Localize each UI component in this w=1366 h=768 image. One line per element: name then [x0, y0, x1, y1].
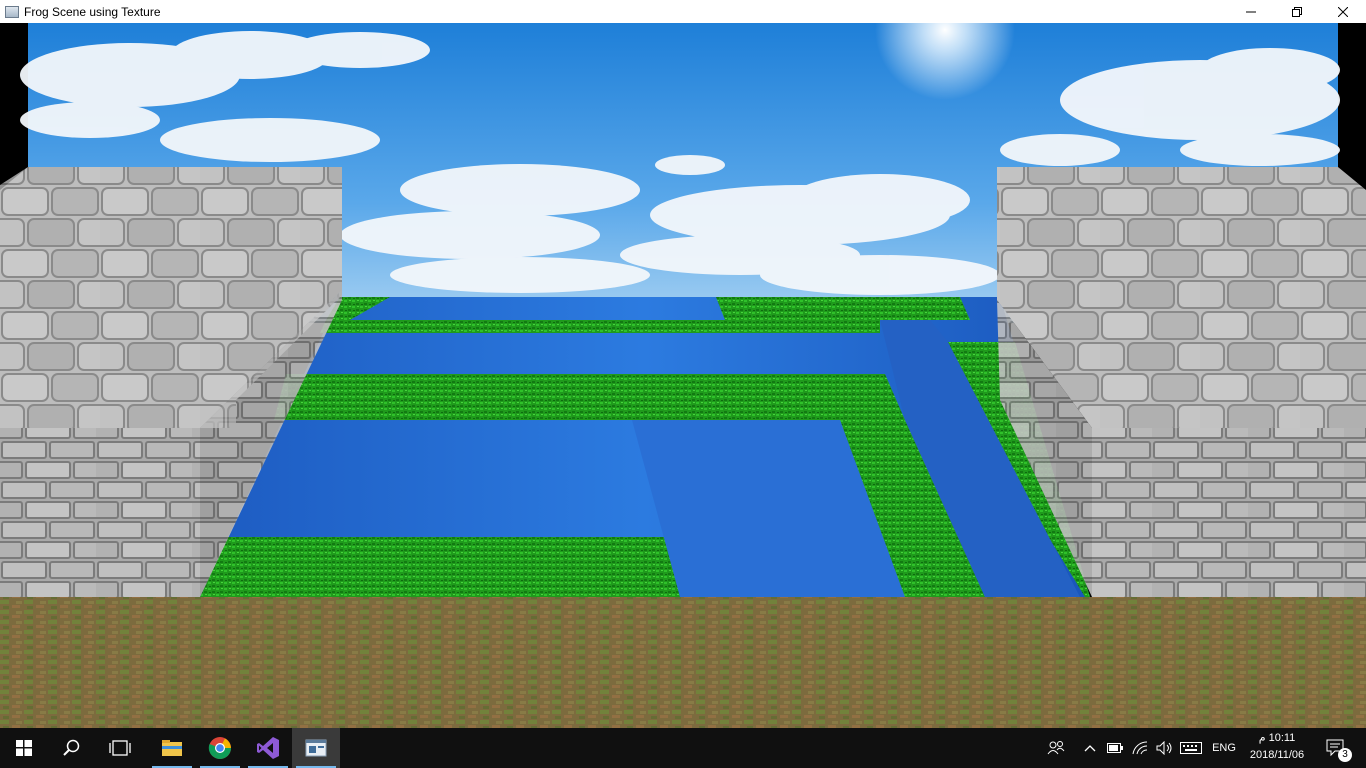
network-button[interactable]	[1130, 728, 1152, 768]
restore-icon	[1292, 6, 1302, 17]
touch-keyboard-button[interactable]	[1178, 728, 1204, 768]
language-indicator: ENG	[1212, 742, 1236, 754]
chevron-up-icon	[1084, 745, 1096, 752]
folder-icon	[162, 740, 182, 756]
close-button[interactable]	[1320, 0, 1366, 23]
visual-studio-button[interactable]	[244, 728, 292, 768]
notification-count-badge: 3	[1338, 748, 1352, 762]
search-icon	[63, 739, 80, 756]
restore-button[interactable]	[1274, 0, 1320, 23]
windows-taskbar: ENG 10:11 م 2018/11/06 3	[0, 728, 1366, 768]
show-hidden-icons-button[interactable]	[1080, 728, 1100, 768]
chrome-icon	[208, 737, 231, 759]
window-controls	[1228, 0, 1366, 23]
app-icon	[5, 5, 19, 18]
window-title: Frog Scene using Texture	[24, 4, 161, 19]
action-center-button[interactable]: 3	[1316, 728, 1356, 768]
app-window-icon	[305, 739, 327, 757]
scene-viewport[interactable]	[0, 23, 1366, 728]
volume-button[interactable]	[1154, 728, 1176, 768]
search-button[interactable]	[48, 728, 96, 768]
start-button[interactable]	[0, 728, 48, 768]
clock-date: 2018/11/06	[1249, 749, 1305, 761]
clock-time: 10:11 م	[1258, 732, 1296, 744]
close-icon	[1338, 6, 1348, 17]
frog-scene-app-button[interactable]	[292, 728, 340, 768]
people-button[interactable]	[1044, 728, 1068, 768]
visual-studio-icon	[257, 737, 279, 759]
battery-button[interactable]	[1104, 728, 1126, 768]
task-view-button[interactable]	[96, 728, 144, 768]
frog-scene-render	[0, 23, 1366, 728]
task-view-icon	[109, 740, 131, 756]
window-titlebar[interactable]: Frog Scene using Texture	[0, 0, 1366, 23]
minimize-icon	[1246, 11, 1256, 12]
speaker-icon	[1156, 741, 1172, 755]
clock-button[interactable]: 10:11 م 2018/11/06	[1242, 730, 1312, 766]
windows-logo-icon	[16, 740, 32, 756]
battery-icon	[1107, 743, 1123, 753]
file-explorer-button[interactable]	[148, 728, 196, 768]
input-language-button[interactable]: ENG	[1208, 728, 1240, 768]
people-icon	[1047, 741, 1065, 755]
minimize-button[interactable]	[1228, 0, 1274, 23]
chrome-button[interactable]	[196, 728, 244, 768]
keyboard-icon	[1180, 742, 1202, 754]
wifi-icon	[1132, 741, 1148, 755]
